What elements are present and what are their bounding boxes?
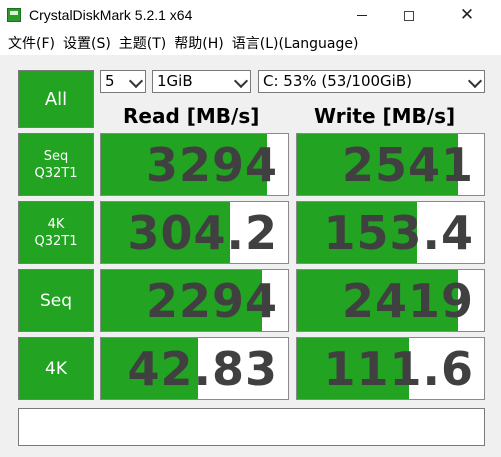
test-label-line2: Q32T1 [34, 165, 78, 181]
drive-select[interactable]: C: 53% (53/100GiB) [258, 70, 485, 93]
read-value: 42.83 [127, 341, 278, 396]
menu-bar: 文件(F) 设置(S) 主题(T) 帮助(H) 语言(L)(Language) [0, 31, 501, 55]
4k-read-result: 42.83 [100, 337, 289, 400]
all-button-label: All [44, 88, 68, 110]
maximize-icon [404, 10, 414, 21]
minimize-icon [357, 15, 367, 16]
read-header: Read [MB/s] [123, 104, 260, 128]
menu-theme[interactable]: 主题(T) [116, 33, 169, 53]
chevron-down-icon [467, 73, 483, 89]
minimize-button[interactable] [339, 0, 385, 31]
4k-write-result: 111.6 [296, 337, 485, 400]
comment-field[interactable] [18, 408, 485, 446]
drive-value: C: 53% (53/100GiB) [263, 72, 412, 90]
read-value: 3294 [145, 137, 278, 192]
write-value: 153.4 [323, 205, 474, 260]
chevron-down-icon [128, 73, 144, 89]
test-label-line1: Seq [39, 290, 73, 311]
menu-help[interactable]: 帮助(H) [171, 33, 226, 53]
write-value: 2541 [341, 137, 474, 192]
seq-read-result: 2294 [100, 269, 289, 332]
seq-q32t1-write-result: 2541 [296, 133, 485, 196]
window-title: CrystalDiskMark 5.2.1 x64 [29, 7, 193, 23]
test-size-select[interactable]: 1GiB [152, 70, 251, 93]
test-label-line1: 4K [47, 216, 65, 232]
test-label-line1: 4K [45, 358, 67, 379]
read-value: 2294 [145, 273, 278, 328]
read-value: 304.2 [127, 205, 278, 260]
chevron-down-icon [233, 73, 249, 89]
4k-q32t1-read-result: 304.2 [100, 201, 289, 264]
write-value: 111.6 [323, 341, 474, 396]
test-size-value: 1GiB [157, 72, 193, 90]
menu-settings[interactable]: 设置(S) [60, 33, 114, 53]
seq-q32t1-button[interactable]: Seq Q32T1 [18, 133, 94, 196]
seq-write-result: 2419 [296, 269, 485, 332]
close-icon: ✕ [459, 5, 475, 25]
test-count-value: 5 [105, 72, 115, 90]
test-label-line2: Q32T1 [34, 233, 78, 249]
test-count-select[interactable]: 5 [100, 70, 146, 93]
close-button[interactable]: ✕ [444, 0, 490, 31]
write-value: 2419 [341, 273, 474, 328]
write-header: Write [MB/s] [314, 104, 456, 128]
seq-button[interactable]: Seq [18, 269, 94, 332]
menu-language[interactable]: 语言(L)(Language) [229, 33, 362, 53]
4k-button[interactable]: 4K [18, 337, 94, 400]
maximize-button[interactable] [386, 0, 432, 31]
title-bar: CrystalDiskMark 5.2.1 x64 ✕ [0, 0, 501, 31]
4k-q32t1-button[interactable]: 4K Q32T1 [18, 201, 94, 264]
seq-q32t1-read-result: 3294 [100, 133, 289, 196]
menu-file[interactable]: 文件(F) [5, 33, 58, 53]
app-icon [7, 8, 21, 22]
4k-q32t1-write-result: 153.4 [296, 201, 485, 264]
all-button[interactable]: All [18, 70, 94, 128]
test-label-line1: Seq [43, 148, 69, 164]
